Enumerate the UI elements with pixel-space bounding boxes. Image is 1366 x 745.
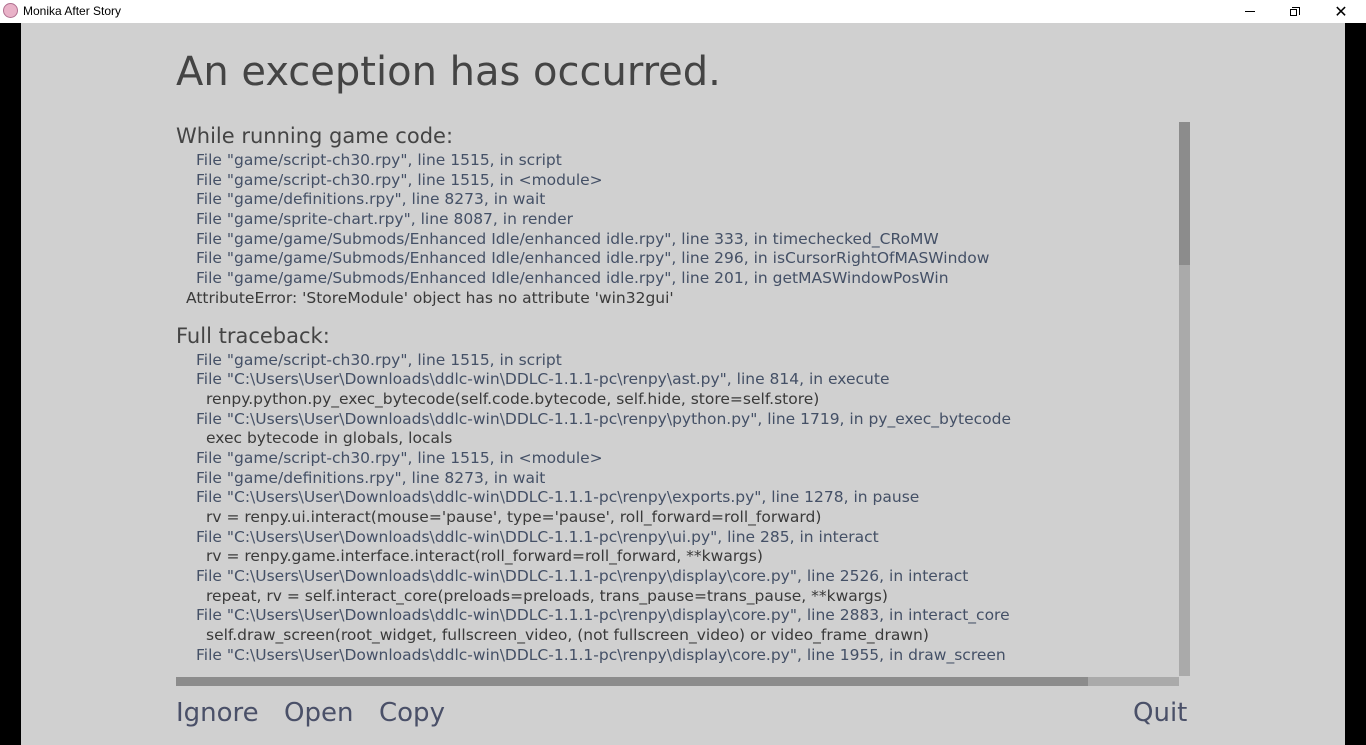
copy-button[interactable]: Copy — [379, 698, 445, 728]
full-traceback-list: File "game/script-ch30.rpy", line 1515, … — [176, 351, 1178, 666]
traceback-code-line: rv = renpy.ui.interact(mouse='pause', ty… — [206, 508, 822, 526]
traceback-file-line: File "game/script-ch30.rpy", line 1515, … — [196, 151, 562, 169]
traceback-file-line: File "game/game/Submods/Enhanced Idle/en… — [196, 229, 939, 248]
traceback-code-line: exec bytecode in globals, locals — [206, 429, 453, 448]
traceback-file-line: File "game/game/Submods/Enhanced Idle/en… — [196, 249, 990, 268]
quit-button[interactable]: Quit — [1133, 698, 1187, 728]
game-code-list: File "game/script-ch30.rpy", line 1515, … — [176, 151, 1178, 309]
traceback-file-line: File "C:\Users\User\Downloads\ddlc-win\D… — [196, 606, 1010, 625]
traceback-file-line: File "game/definitions.rpy", line 8273, … — [196, 190, 546, 209]
traceback-file-line: File "game/script-ch30.rpy", line 1515, … — [196, 170, 603, 189]
horizontal-scrollbar[interactable] — [176, 677, 1179, 686]
traceback-scroll-area[interactable]: While running game code: File "game/scri… — [176, 121, 1178, 676]
monika-app-icon — [3, 3, 18, 18]
traceback-code-line: repeat, rv = self.interact_core(preloads… — [206, 586, 888, 605]
game-code-title: While running game code: — [176, 124, 454, 148]
traceback-file-line: File "C:\Users\User\Downloads\ddlc-win\D… — [196, 370, 890, 389]
vertical-scrollbar[interactable] — [1179, 122, 1190, 676]
page-title: An exception has occurred. — [176, 49, 721, 95]
vertical-scrollbar-thumb[interactable] — [1179, 122, 1190, 265]
traceback-file-line: File "C:\Users\User\Downloads\ddlc-win\D… — [196, 488, 920, 507]
close-icon: ✕ — [1334, 1, 1348, 21]
traceback-file-line: File "C:\Users\User\Downloads\ddlc-win\D… — [196, 567, 969, 586]
minimize-button[interactable] — [1227, 0, 1273, 23]
traceback-code-line: rv = renpy.game.interface.interact(roll_… — [206, 547, 763, 566]
traceback-code-line: self.draw_screen(root_widget, fullscreen… — [206, 626, 929, 645]
traceback-file-line: File "C:\Users\User\Downloads\ddlc-win\D… — [196, 527, 879, 546]
window-title: Monika After Story — [23, 4, 122, 18]
ignore-button[interactable]: Ignore — [176, 698, 259, 728]
error-message: AttributeError: 'StoreModule' object has… — [186, 288, 674, 307]
traceback-file-line: File "game/definitions.rpy", line 8273, … — [196, 468, 546, 487]
full-traceback-title: Full traceback: — [176, 323, 330, 348]
exception-panel: An exception has occurred. While running… — [21, 23, 1345, 745]
close-button[interactable]: ✕ — [1318, 0, 1364, 23]
traceback-file-line: File "C:\Users\User\Downloads\ddlc-win\D… — [196, 645, 1006, 664]
traceback-code-line: renpy.python.py_exec_bytecode(self.code.… — [206, 389, 820, 408]
traceback-file-line: File "game/script-ch30.rpy", line 1515, … — [196, 448, 603, 467]
traceback-file-line: File "game/game/Submods/Enhanced Idle/en… — [196, 269, 949, 288]
minimize-icon — [1245, 11, 1255, 12]
horizontal-scrollbar-thumb[interactable] — [176, 677, 1088, 686]
restore-button[interactable] — [1272, 0, 1318, 23]
traceback-file-line: File "C:\Users\User\Downloads\ddlc-win\D… — [196, 409, 1012, 428]
traceback-file-line: File "game/sprite-chart.rpy", line 8087,… — [196, 210, 573, 229]
traceback-file-line: File "game/script-ch30.rpy", line 1515, … — [196, 350, 562, 369]
open-button[interactable]: Open — [284, 698, 353, 728]
window-titlebar[interactable]: Monika After Story ✕ — [0, 0, 1366, 23]
restore-icon — [1290, 6, 1300, 17]
